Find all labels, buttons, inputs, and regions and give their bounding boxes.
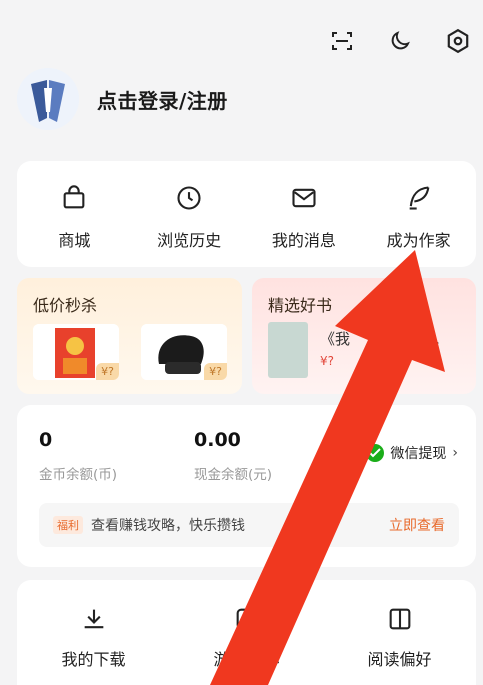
book-price: ¥? xyxy=(320,354,335,368)
scan-icon[interactable] xyxy=(327,26,357,56)
menu-item-label: 游中心 xyxy=(213,646,279,670)
balance-card: 0 金币余额(币) 0.00 现金余额(元) 微信提现 › 福利 查看赚钱攻略，… xyxy=(17,405,476,567)
menu-item-history[interactable]: 浏览历史 xyxy=(132,161,247,267)
avatar[interactable] xyxy=(17,68,79,130)
book-icon xyxy=(385,604,415,634)
settings-icon[interactable] xyxy=(443,26,473,56)
bottom-menu-card: 我的下载 游中心 阅读偏好 xyxy=(17,580,476,685)
game-label-part1: 游 xyxy=(213,650,230,669)
mail-icon xyxy=(289,183,319,213)
menu-item-become-writer[interactable]: 成为作家 xyxy=(361,161,476,267)
book-cover[interactable] xyxy=(268,322,308,378)
menu-item-reading-preference[interactable]: 阅读偏好 xyxy=(323,580,476,685)
featured-books-title: 精选好书 xyxy=(268,296,333,315)
menu-item-game-center[interactable]: 游中心 xyxy=(170,580,323,685)
menu-item-label: 我的下载 xyxy=(61,650,126,669)
cash-balance[interactable]: 0.00 现金余额(元) xyxy=(194,429,272,483)
menu-item-label: 商城 xyxy=(58,231,91,250)
menu-item-label: 浏览历史 xyxy=(157,231,222,250)
game-icon xyxy=(232,604,262,634)
earning-tip-banner[interactable]: 福利 查看赚钱攻略，快乐攒钱 立即查看 xyxy=(39,503,459,547)
flash-sale-card[interactable]: 低价秒杀 ¥? ¥? xyxy=(17,278,242,394)
cash-balance-value: 0.00 xyxy=(194,429,241,451)
quick-menu-card: 商城 浏览历史 我的消息 成为作家 xyxy=(17,161,476,267)
shopping-bag-icon xyxy=(59,183,89,213)
flash-sale-item[interactable]: ¥? xyxy=(33,324,119,380)
menu-item-label: 我的消息 xyxy=(271,231,336,250)
book-title[interactable]: 《我 》… xyxy=(320,328,440,349)
top-toolbar xyxy=(327,26,473,56)
menu-item-label: 成为作家 xyxy=(386,231,451,250)
game-label-part2: 中心 xyxy=(247,650,280,669)
view-now-link[interactable]: 立即查看 xyxy=(389,515,445,535)
menu-item-label: 阅读偏好 xyxy=(367,650,432,669)
menu-item-messages[interactable]: 我的消息 xyxy=(247,161,362,267)
login-register-link[interactable]: 点击登录/注册 xyxy=(97,85,228,114)
tip-text: 查看赚钱攻略，快乐攒钱 xyxy=(91,518,245,534)
welfare-tag: 福利 xyxy=(53,516,83,534)
quill-icon xyxy=(404,183,434,213)
featured-books-card[interactable]: 精选好书 《我 》… ¥? xyxy=(252,278,476,394)
book-title-ellipsis: 》… xyxy=(410,330,441,348)
clock-icon xyxy=(174,183,204,213)
download-icon xyxy=(79,604,109,634)
menu-item-downloads[interactable]: 我的下载 xyxy=(17,580,170,685)
cash-balance-label: 现金余额(元) xyxy=(194,467,273,483)
price-tag: ¥? xyxy=(204,363,227,380)
coin-balance-value: 0 xyxy=(39,429,53,451)
chevron-right-icon: › xyxy=(452,445,458,461)
coin-balance-label: 金币余额(币) xyxy=(39,467,118,483)
flash-sale-title: 低价秒杀 xyxy=(33,296,98,315)
moon-icon[interactable] xyxy=(385,26,415,56)
flash-sale-item[interactable]: ¥? xyxy=(141,324,227,380)
coin-balance[interactable]: 0 金币余额(币) xyxy=(39,429,117,483)
wechat-withdraw-button[interactable]: 微信提现 › xyxy=(366,443,458,463)
wechat-withdraw-label: 微信提现 xyxy=(390,446,447,462)
price-tag: ¥? xyxy=(96,363,119,380)
wechat-icon xyxy=(366,444,385,462)
menu-item-mall[interactable]: 商城 xyxy=(17,161,132,267)
book-title-text: 《我 xyxy=(320,330,351,348)
profile-section[interactable]: 点击登录/注册 xyxy=(17,68,228,130)
